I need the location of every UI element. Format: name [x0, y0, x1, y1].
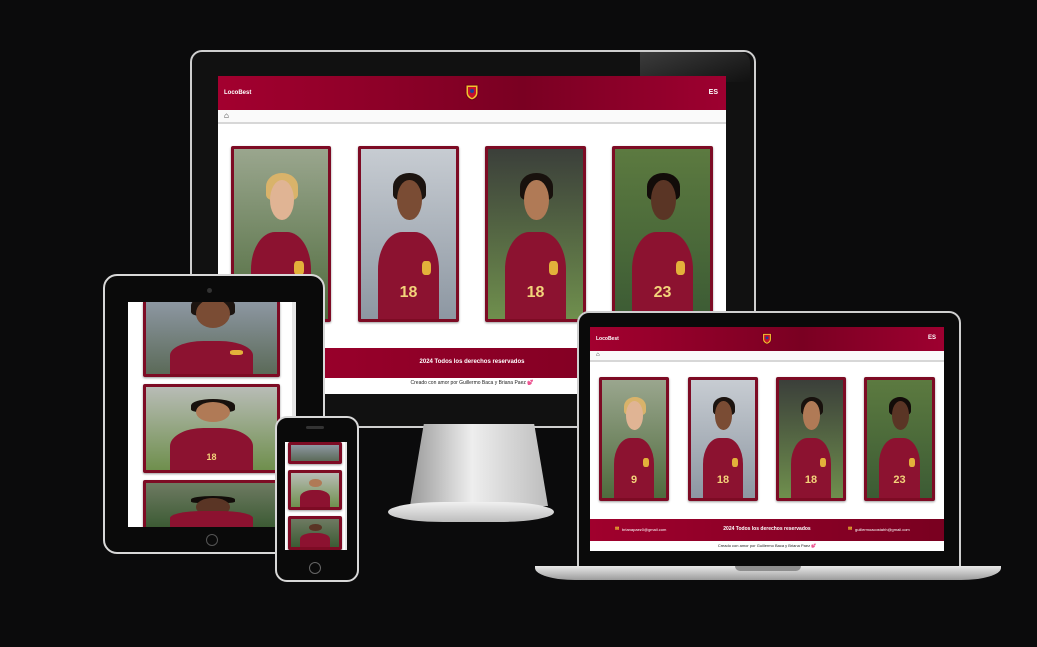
player-card[interactable]: 18 [776, 377, 846, 501]
tablet-screen: 18 [128, 302, 296, 527]
brand-logo-text[interactable]: LocoBest [224, 90, 251, 96]
player-card[interactable] [143, 302, 280, 377]
site-header: LocoBest ES [590, 327, 944, 351]
crest-icon[interactable] [762, 332, 772, 345]
jersey-number: 23 [653, 284, 672, 301]
player-card[interactable]: 18 [143, 384, 280, 473]
tablet-home-button [206, 534, 218, 546]
player-card[interactable]: 18 [358, 146, 459, 322]
player-card[interactable] [288, 470, 342, 510]
home-icon[interactable]: ⌂ [224, 112, 229, 120]
site-header: LocoBest ES [218, 76, 726, 110]
site-footer: ✉ brianapaez0@gmail.com 2024 Todos los d… [590, 519, 944, 541]
player-photo [291, 445, 339, 461]
monitor-stand [410, 424, 548, 506]
tablet-camera [207, 288, 212, 293]
language-switch[interactable]: ES [928, 335, 936, 341]
player-card[interactable]: 18 [485, 146, 586, 322]
jersey-number: 18 [526, 284, 545, 301]
breadcrumb: ⌂ [590, 351, 944, 362]
phone-scrollbar[interactable] [345, 442, 347, 550]
jersey-number: 18 [399, 284, 418, 301]
brand-logo-text[interactable]: LocoBest [596, 336, 619, 342]
jersey-number: 9 [630, 474, 638, 487]
player-card[interactable]: 18 [688, 377, 758, 501]
phone-speaker [306, 426, 324, 429]
jersey-number: 18 [206, 451, 217, 462]
credit-text: Creado con amor por Guillermo Baca y Bri… [717, 543, 817, 548]
phone-screen [285, 442, 347, 550]
player-card[interactable] [288, 442, 342, 464]
jersey-number: 23 [893, 474, 906, 487]
footer-email-right[interactable]: guillermoacostahh@gmail.com [855, 527, 910, 532]
phone-home-button [309, 562, 321, 574]
monitor-base [388, 502, 554, 522]
mail-icon: ✉ [848, 526, 853, 532]
player-card[interactable] [288, 516, 342, 550]
home-icon[interactable]: ⌂ [596, 352, 600, 358]
jersey-number: 18 [716, 474, 730, 487]
player-card[interactable] [143, 480, 280, 527]
laptop-screen: LocoBest ES ⌂ 9 18 18 23 ✉ brianapaez0@g… [590, 327, 944, 551]
language-switch[interactable]: ES [709, 89, 718, 96]
player-card[interactable]: 23 [612, 146, 713, 322]
player-card[interactable]: 9 [599, 377, 669, 501]
crest-icon[interactable] [465, 83, 479, 101]
player-card[interactable]: 23 [864, 377, 935, 501]
jersey-number: 18 [804, 474, 818, 487]
laptop-notch [735, 566, 801, 571]
breadcrumb: ⌂ [218, 110, 726, 124]
